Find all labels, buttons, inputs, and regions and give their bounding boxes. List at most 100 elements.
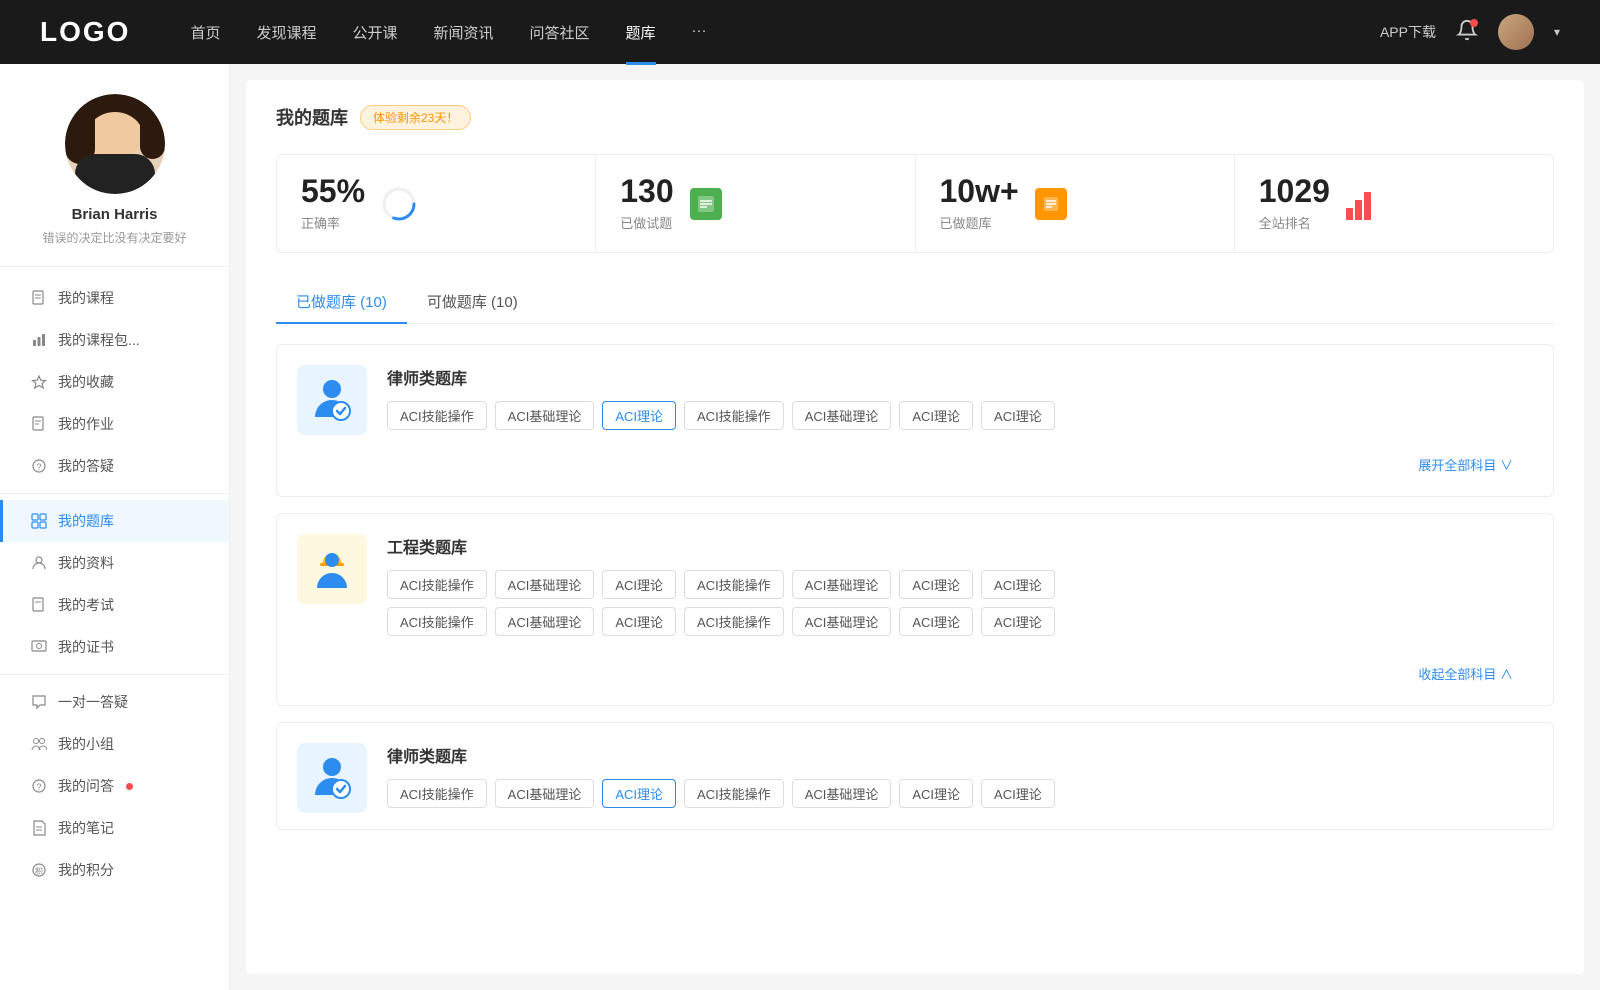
stats-row: 55% 正确率 130 已做试题 — [276, 154, 1554, 253]
rank-label: 全站排名 — [1259, 213, 1330, 232]
tag[interactable]: ACI技能操作 — [684, 607, 784, 636]
svg-text:?: ? — [36, 462, 41, 472]
tag[interactable]: ACI理论 — [899, 779, 973, 808]
qbank-engineer-title: 工程类题库 — [387, 534, 1533, 558]
file-icon — [30, 289, 48, 307]
lawyer2-icon — [307, 753, 357, 803]
tag[interactable]: ACI技能操作 — [684, 779, 784, 808]
tag[interactable]: ACI理论 — [981, 401, 1055, 430]
tag[interactable]: ACI技能操作 — [387, 607, 487, 636]
qbank-engineer: 工程类题库 ACI技能操作 ACI基础理论 ACI理论 ACI技能操作 ACI基… — [276, 513, 1554, 706]
done-banks-value: 10w+ — [940, 175, 1019, 207]
lawyer-icon — [307, 375, 357, 425]
sidebar-item-my-collection[interactable]: 我的收藏 — [0, 361, 229, 403]
user-menu-chevron[interactable]: ▾ — [1554, 25, 1560, 39]
sidebar-item-my-points[interactable]: 积 我的积分 — [0, 849, 229, 891]
sidebar-item-my-course[interactable]: 我的课程 — [0, 277, 229, 319]
question-icon: ? — [30, 457, 48, 475]
stat-done-questions: 130 已做试题 — [596, 155, 915, 252]
sidebar-item-my-cert[interactable]: 我的证书 — [0, 626, 229, 668]
lawyer2-icon-wrap — [297, 743, 367, 813]
tag[interactable]: ACI技能操作 — [684, 570, 784, 599]
qbank-engineer-tags-row1: ACI技能操作 ACI基础理论 ACI理论 ACI技能操作 ACI基础理论 AC… — [387, 570, 1533, 599]
tag[interactable]: ACI基础理论 — [495, 607, 595, 636]
nav-home[interactable]: 首页 — [190, 22, 220, 43]
cert-icon — [30, 638, 48, 656]
user-avatar[interactable] — [1498, 14, 1534, 50]
bell-button[interactable] — [1456, 19, 1478, 46]
notification-dot — [1470, 19, 1478, 27]
tag[interactable]: ACI基础理论 — [792, 401, 892, 430]
tag[interactable]: ACI基础理论 — [495, 570, 595, 599]
tag[interactable]: ACI理论 — [602, 570, 676, 599]
trial-badge: 体验剩余23天！ — [360, 105, 471, 130]
tag[interactable]: ACI理论 — [981, 607, 1055, 636]
rank-chart-icon — [1346, 188, 1378, 220]
nav-discover[interactable]: 发现课程 — [256, 22, 316, 43]
sidebar-item-my-qbank[interactable]: 我的题库 — [0, 500, 229, 542]
engineer-icon — [307, 544, 357, 594]
sidebar-item-my-exam[interactable]: 我的考试 — [0, 584, 229, 626]
tag[interactable]: ACI理论 — [981, 570, 1055, 599]
tag[interactable]: ACI技能操作 — [684, 401, 784, 430]
divider-1 — [0, 493, 229, 494]
qbank-lawyer-2: 律师类题库 ACI技能操作 ACI基础理论 ACI理论 ACI技能操作 ACI基… — [276, 722, 1554, 830]
rank-value: 1029 — [1259, 175, 1330, 207]
navbar-right: APP下载 ▾ — [1380, 14, 1560, 50]
nav-news[interactable]: 新闻资讯 — [434, 22, 494, 43]
tab-available[interactable]: 可做题库 (10) — [407, 281, 538, 324]
tag-selected[interactable]: ACI理论 — [602, 401, 676, 430]
nav-qa[interactable]: 问答社区 — [530, 22, 590, 43]
tag-selected[interactable]: ACI理论 — [602, 779, 676, 808]
tag[interactable]: ACI基础理论 — [792, 607, 892, 636]
bar-icon — [30, 331, 48, 349]
user-motto: 错误的决定比没有决定要好 — [22, 229, 206, 246]
page-layout: Brian Harris 错误的决定比没有决定要好 我的课程 我的课程包... — [0, 64, 1600, 990]
sidebar-item-one-one-qa[interactable]: 一对一答疑 — [0, 681, 229, 723]
sidebar-item-my-question[interactable]: ? 我的答疑 — [0, 445, 229, 487]
nav-open-course[interactable]: 公开课 — [352, 22, 397, 43]
page-header: 我的题库 体验剩余23天！ — [276, 104, 1554, 130]
stat-rank: 1029 全站排名 — [1235, 155, 1553, 252]
nav-question-bank[interactable]: 题库 — [626, 22, 656, 43]
tag[interactable]: ACI基础理论 — [792, 570, 892, 599]
nav-more[interactable]: ··· — [692, 22, 707, 43]
tag[interactable]: ACI理论 — [602, 607, 676, 636]
group-icon — [30, 735, 48, 753]
expand-link-engineer[interactable]: 收起全部科目 ∧ — [1418, 660, 1533, 695]
app-download-button[interactable]: APP下载 — [1380, 22, 1436, 42]
tag[interactable]: ACI基础理论 — [495, 779, 595, 808]
sidebar-item-my-notes[interactable]: 我的笔记 — [0, 807, 229, 849]
navbar-links: 首页 发现课程 公开课 新闻资讯 问答社区 题库 ··· — [190, 22, 1380, 43]
tag[interactable]: ACI基础理论 — [792, 779, 892, 808]
main-content: 我的题库 体验剩余23天！ 55% 正确率 130 已做试题 — [246, 80, 1584, 974]
sidebar-item-my-data[interactable]: 我的资料 — [0, 542, 229, 584]
star-icon — [30, 373, 48, 391]
accuracy-value: 55% — [301, 175, 365, 207]
sidebar-profile: Brian Harris 错误的决定比没有决定要好 — [0, 94, 229, 267]
tab-done[interactable]: 已做题库 (10) — [276, 281, 407, 324]
tag[interactable]: ACI理论 — [899, 401, 973, 430]
tag[interactable]: ACI理论 — [899, 607, 973, 636]
sidebar-item-my-answer[interactable]: ? 我的问答 — [0, 765, 229, 807]
qa-icon: ? — [30, 777, 48, 795]
tag[interactable]: ACI技能操作 — [387, 401, 487, 430]
logo: LOGO — [40, 16, 130, 48]
grid-icon — [30, 512, 48, 530]
lawyer-icon-wrap — [297, 365, 367, 435]
sidebar-item-my-group[interactable]: 我的小组 — [0, 723, 229, 765]
tag[interactable]: ACI技能操作 — [387, 570, 487, 599]
done-questions-value: 130 — [620, 175, 673, 207]
qbank-lawyer-2-title: 律师类题库 — [387, 743, 1533, 767]
qbank-lawyer-1-tags: ACI技能操作 ACI基础理论 ACI理论 ACI技能操作 ACI基础理论 AC… — [387, 401, 1533, 430]
tag[interactable]: ACI技能操作 — [387, 779, 487, 808]
svg-text:?: ? — [36, 782, 41, 792]
sidebar-item-my-homework[interactable]: 我的作业 — [0, 403, 229, 445]
tag[interactable]: ACI理论 — [899, 570, 973, 599]
sidebar-item-my-package[interactable]: 我的课程包... — [0, 319, 229, 361]
tag[interactable]: ACI理论 — [981, 779, 1055, 808]
done-banks-label: 已做题库 — [940, 213, 1019, 232]
tag[interactable]: ACI基础理论 — [495, 401, 595, 430]
qbank-lawyer-1-title: 律师类题库 — [387, 365, 1533, 389]
expand-link-lawyer-1[interactable]: 展开全部科目 ∨ — [1418, 451, 1533, 486]
